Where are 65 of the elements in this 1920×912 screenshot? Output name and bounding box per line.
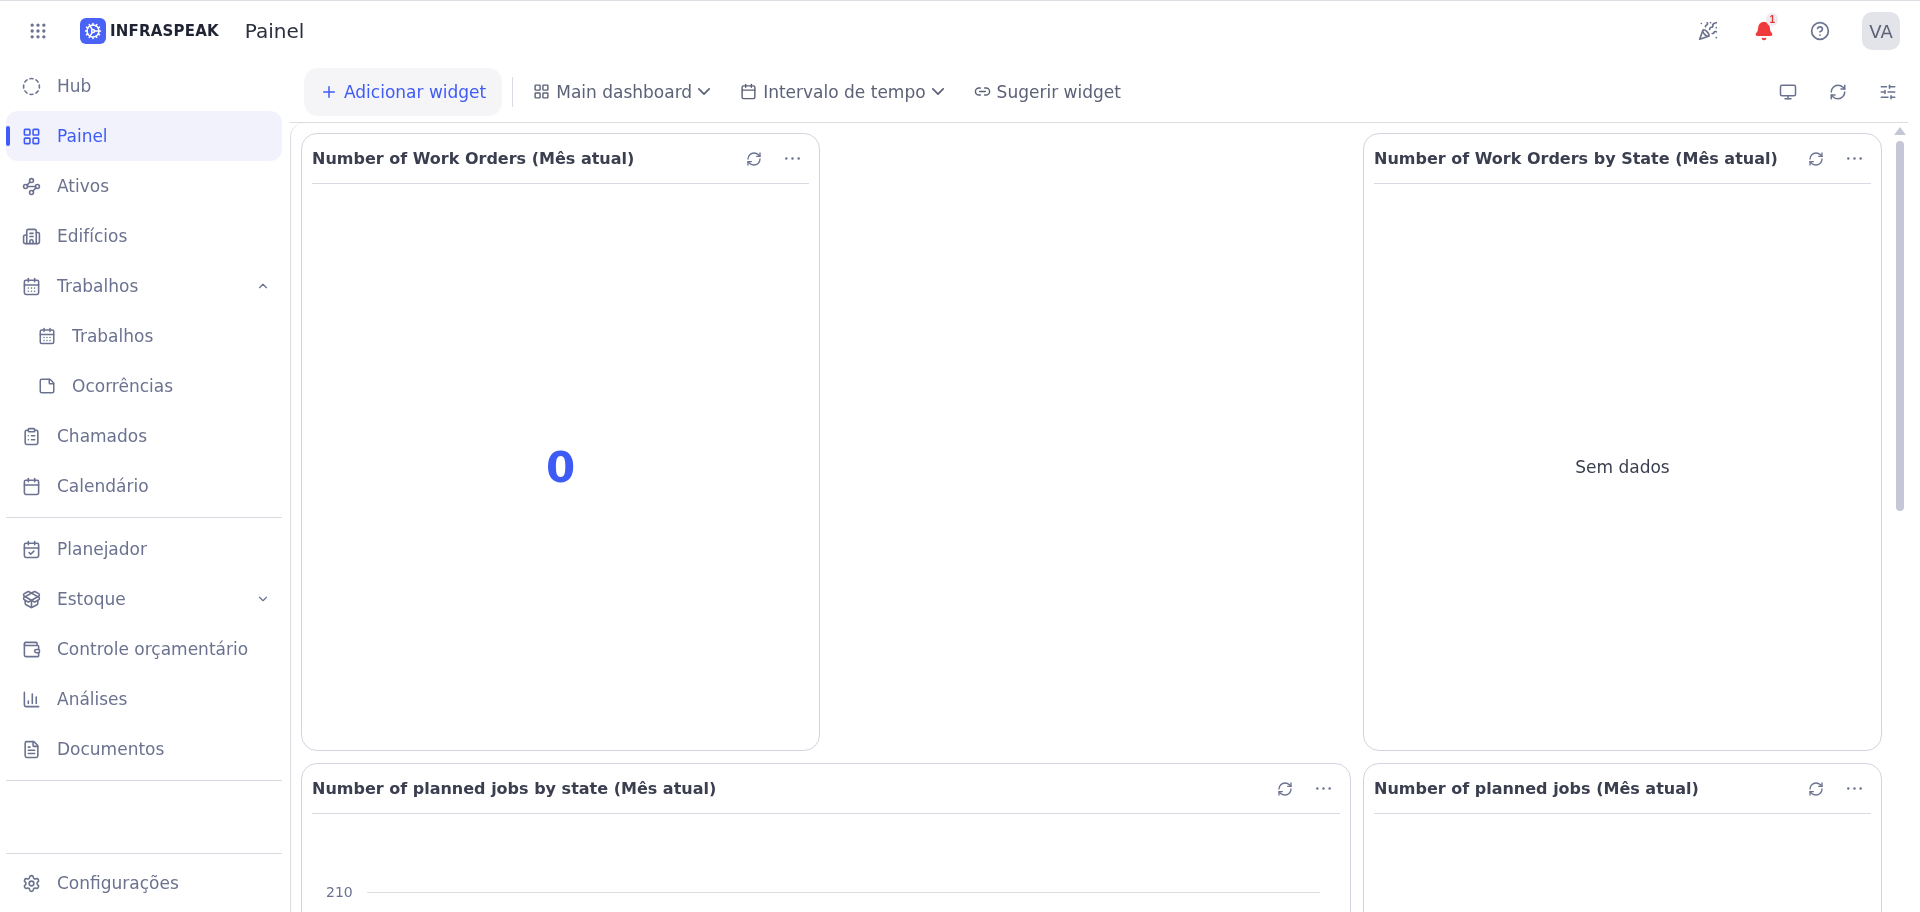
more-icon [1846, 157, 1862, 160]
calendar-icon [22, 476, 41, 496]
metric-value: 0 [545, 442, 576, 492]
sidebar-subitem[interactable]: Ocorrências [6, 361, 282, 411]
settings-link[interactable]: Configurações [6, 858, 282, 908]
sidebar-item[interactable]: Estoque [6, 574, 282, 624]
grid-icon [533, 83, 551, 100]
time-range-dropdown[interactable]: Intervalo de tempo [730, 71, 954, 112]
sidebar-item[interactable]: Trabalhos [6, 261, 282, 311]
chevron-down-icon [931, 88, 944, 95]
refresh-icon [1277, 780, 1293, 797]
party-popper-icon [1698, 21, 1718, 41]
sidebar-item[interactable]: Edifícios [6, 211, 282, 261]
notifications-button[interactable]: 1 [1744, 11, 1784, 51]
dashed-circle-icon [22, 76, 41, 96]
widget-title: Number of planned jobs by state (Mês atual) [312, 779, 718, 798]
more-icon [1846, 787, 1862, 790]
sidebar-subitem[interactable]: Trabalhos [6, 311, 282, 361]
add-widget-button[interactable]: Adicionar widget [304, 67, 503, 116]
settings-icon [22, 873, 41, 893]
calendar-icon [38, 327, 56, 345]
sidebar-item[interactable]: Controle orçamentário [6, 624, 282, 674]
dots-grid-icon [28, 21, 48, 41]
sidebar-item[interactable]: Análises [6, 674, 282, 724]
sidebar-item[interactable]: Chamados [6, 411, 282, 461]
bell-icon [1754, 21, 1774, 41]
notification-count: 1 [1766, 13, 1778, 26]
sidebar-item[interactable]: Ativos [6, 161, 282, 211]
dashboard-dropdown[interactable]: Main dashboard [523, 71, 721, 112]
suggest-widget-button[interactable]: Sugerir widget [963, 71, 1131, 112]
calendar-icon [740, 83, 758, 100]
empty-message: Sem dados [1575, 457, 1670, 477]
help-icon [1810, 21, 1830, 41]
sidebar-item[interactable]: Hub [6, 61, 282, 111]
wallet-icon [22, 639, 41, 659]
widget-title: Number of Work Orders by State (Mês atual) [1374, 149, 1779, 168]
note-icon [38, 377, 56, 395]
document-icon [22, 739, 41, 759]
more-icon [784, 157, 800, 160]
sliders-icon [1879, 82, 1897, 101]
refresh-icon [746, 150, 762, 167]
grid-icon [22, 126, 41, 146]
box-icon [22, 589, 41, 609]
building-icon [22, 226, 41, 246]
axis-label: 210 [326, 884, 353, 900]
chevron-down-icon [698, 88, 711, 95]
bar-chart-icon [22, 689, 41, 709]
sidebar-item[interactable]: Planejador [6, 524, 282, 574]
refresh-icon [1808, 150, 1824, 167]
calendar-icon [22, 539, 41, 559]
clipboard-icon [22, 426, 41, 446]
widget-title: Number of planned jobs (Mês atual) [1374, 779, 1700, 798]
monitor-icon [1779, 82, 1797, 101]
widget-title: Number of Work Orders (Mês atual) [312, 149, 636, 168]
refresh-icon [1829, 82, 1847, 101]
page-title: Painel [244, 19, 305, 43]
sidebar-item[interactable]: Painel [6, 111, 282, 161]
refresh-icon [1808, 780, 1824, 797]
gear-logo-icon [80, 18, 106, 44]
calendar-icon [22, 276, 41, 296]
brand-name: INFRASPEAK [110, 22, 219, 40]
sidebar-item[interactable]: Calendário [6, 461, 282, 511]
user-avatar[interactable]: VA [1862, 12, 1900, 50]
more-icon [1315, 787, 1331, 790]
sidebar-item[interactable]: Documentos [6, 724, 282, 774]
